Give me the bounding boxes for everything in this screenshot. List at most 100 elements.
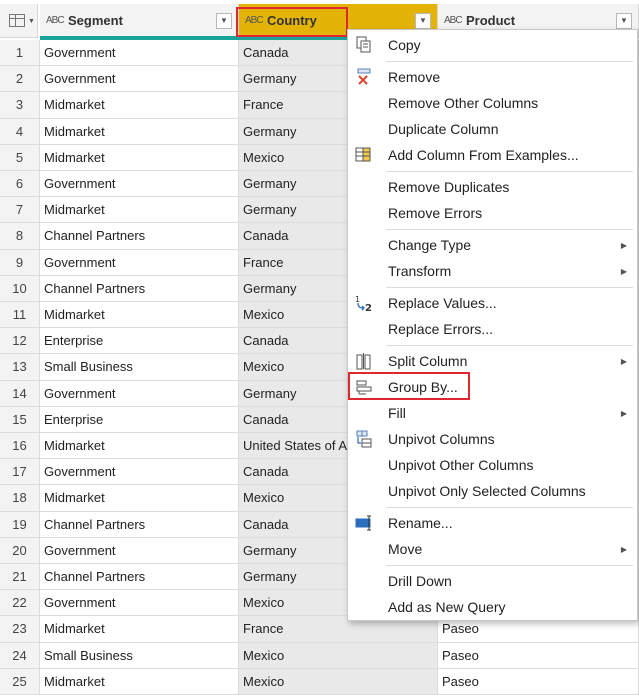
row-number: 1	[0, 40, 40, 67]
group-by-icon	[356, 380, 372, 395]
cell-segment[interactable]: Government	[40, 171, 239, 198]
row-number: 19	[0, 511, 40, 538]
menu-item-split-column[interactable]: Split Column ▶	[348, 348, 637, 374]
cell-segment[interactable]: Midmarket	[40, 197, 239, 224]
submenu-arrow-icon: ▶	[620, 408, 627, 418]
cell-segment[interactable]: Channel Partners	[40, 275, 239, 302]
table-icon	[9, 14, 25, 27]
cell-product[interactable]: Paseo	[438, 642, 639, 669]
cell-country[interactable]: Mexico	[239, 642, 438, 669]
menu-separator	[386, 345, 633, 346]
menu-separator	[386, 287, 633, 288]
row-number: 12	[0, 328, 40, 355]
cell-segment[interactable]: Government	[40, 40, 239, 67]
row-number: 5	[0, 144, 40, 171]
submenu-arrow-icon: ▶	[620, 240, 627, 250]
menu-item-copy[interactable]: Copy	[348, 32, 637, 58]
cell-segment[interactable]: Midmarket	[40, 485, 239, 512]
menu-item-fill[interactable]: Fill ▶	[348, 400, 637, 426]
row-number: 23	[0, 616, 40, 643]
menu-item-rename[interactable]: Rename...	[348, 510, 637, 536]
menu-item-change-type[interactable]: Change Type ▶	[348, 232, 637, 258]
table-row[interactable]: 25 Midmarket Mexico Paseo	[0, 668, 639, 695]
column-header-label: Country	[267, 13, 317, 28]
cell-segment[interactable]: Midmarket	[40, 144, 239, 171]
remove-column-icon	[357, 68, 371, 85]
row-number: 9	[0, 249, 40, 276]
column-context-menu: Copy Remove Remove Other Columns Duplica…	[347, 29, 638, 621]
cell-segment[interactable]: Midmarket	[40, 92, 239, 119]
menu-item-group-by[interactable]: Group By...	[348, 374, 637, 400]
submenu-arrow-icon: ▶	[620, 544, 627, 554]
row-number: 16	[0, 433, 40, 460]
row-number: 3	[0, 92, 40, 119]
menu-item-unpivot-only-selected[interactable]: Unpivot Only Selected Columns	[348, 478, 637, 504]
table-row[interactable]: 24 Small Business Mexico Paseo	[0, 642, 639, 669]
submenu-arrow-icon: ▶	[620, 266, 627, 276]
filter-dropdown-button[interactable]: ▼	[216, 12, 232, 29]
menu-item-remove[interactable]: Remove	[348, 64, 637, 90]
filter-dropdown-button[interactable]: ▼	[415, 12, 431, 29]
row-number: 17	[0, 459, 40, 486]
text-type-icon: ABC	[444, 15, 463, 26]
menu-item-add-column-from-examples[interactable]: Add Column From Examples...	[348, 142, 637, 168]
cell-segment[interactable]: Enterprise	[40, 328, 239, 355]
unpivot-icon	[356, 430, 372, 448]
cell-segment[interactable]: Midmarket	[40, 118, 239, 145]
filter-dropdown-button[interactable]: ▼	[616, 12, 632, 29]
cell-segment[interactable]: Channel Partners	[40, 564, 239, 591]
menu-item-remove-duplicates[interactable]: Remove Duplicates	[348, 174, 637, 200]
chevron-down-icon: ▼	[28, 18, 35, 25]
row-number: 20	[0, 537, 40, 564]
cell-segment[interactable]: Channel Partners	[40, 511, 239, 538]
menu-item-duplicate-column[interactable]: Duplicate Column	[348, 116, 637, 142]
menu-item-add-as-new-query[interactable]: Add as New Query	[348, 594, 637, 620]
menu-item-unpivot-columns[interactable]: Unpivot Columns	[348, 426, 637, 452]
row-number: 18	[0, 485, 40, 512]
cell-country[interactable]: Mexico	[239, 668, 438, 695]
split-column-icon	[356, 353, 371, 370]
menu-item-remove-other-columns[interactable]: Remove Other Columns	[348, 90, 637, 116]
menu-item-transform[interactable]: Transform ▶	[348, 258, 637, 284]
cell-segment[interactable]: Enterprise	[40, 406, 239, 433]
cell-segment[interactable]: Government	[40, 459, 239, 486]
cell-segment[interactable]: Channel Partners	[40, 223, 239, 250]
menu-item-move[interactable]: Move ▶	[348, 536, 637, 562]
cell-segment[interactable]: Midmarket	[40, 616, 239, 643]
cell-segment[interactable]: Small Business	[40, 642, 239, 669]
column-header-label: Segment	[68, 13, 123, 28]
cell-segment[interactable]: Government	[40, 590, 239, 617]
row-number: 10	[0, 275, 40, 302]
menu-separator	[386, 229, 633, 230]
menu-separator	[386, 171, 633, 172]
cell-segment[interactable]: Midmarket	[40, 302, 239, 329]
text-type-icon: ABC	[46, 15, 65, 26]
row-number: 15	[0, 406, 40, 433]
add-column-examples-icon	[355, 147, 371, 162]
row-number: 22	[0, 590, 40, 617]
cell-segment[interactable]: Midmarket	[40, 433, 239, 460]
cell-segment[interactable]: Government	[40, 380, 239, 407]
submenu-arrow-icon: ▶	[620, 356, 627, 366]
table-menu-button[interactable]: ▼	[0, 4, 38, 38]
row-number: 25	[0, 668, 40, 695]
cell-segment[interactable]: Midmarket	[40, 668, 239, 695]
cell-product[interactable]: Paseo	[438, 668, 639, 695]
row-number: 13	[0, 354, 40, 381]
menu-separator	[386, 61, 633, 62]
cell-segment[interactable]: Government	[40, 249, 239, 276]
text-type-icon: ABC	[245, 15, 264, 26]
menu-separator	[386, 565, 633, 566]
menu-item-unpivot-other-columns[interactable]: Unpivot Other Columns	[348, 452, 637, 478]
replace-values-icon: 1 2	[355, 295, 372, 312]
menu-item-drill-down[interactable]: Drill Down	[348, 568, 637, 594]
row-number: 4	[0, 118, 40, 145]
cell-segment[interactable]: Small Business	[40, 354, 239, 381]
column-header-segment[interactable]: ABC Segment ▼	[40, 4, 239, 38]
cell-segment[interactable]: Government	[40, 537, 239, 564]
menu-item-remove-errors[interactable]: Remove Errors	[348, 200, 637, 226]
cell-segment[interactable]: Government	[40, 66, 239, 93]
menu-item-replace-values[interactable]: 1 2 Replace Values...	[348, 290, 637, 316]
row-number: 14	[0, 380, 40, 407]
menu-item-replace-errors[interactable]: Replace Errors...	[348, 316, 637, 342]
